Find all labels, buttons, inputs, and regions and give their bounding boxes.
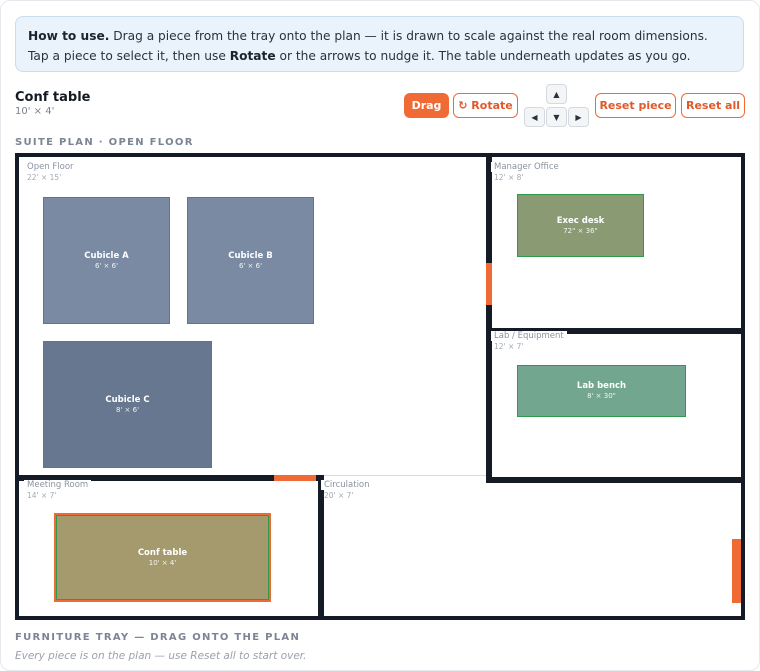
help-lead: How to use.: [28, 29, 110, 43]
room-dims-meeting: 14' × 7': [27, 491, 57, 500]
piece-dims: 8' × 6': [115, 405, 140, 414]
piece-conf-table[interactable]: Conf table 10' × 4': [54, 513, 271, 602]
piece-dims: 8' × 30": [587, 392, 616, 400]
room-label-meeting: Meeting Room: [24, 480, 92, 490]
wall-office-west: [486, 157, 492, 483]
help-text-2: or the arrows to nudge it. The table und…: [275, 49, 691, 63]
piece-cubicle-b[interactable]: Cubicle B 6' × 6': [187, 197, 314, 324]
nudge-down-button[interactable]: ▼: [546, 107, 567, 127]
tray-empty-note: Every piece is on the plan — use Reset a…: [15, 650, 307, 662]
floor-plan[interactable]: Open Floor 22' × 15' Manager Office 12' …: [15, 153, 745, 620]
door-meeting: [274, 475, 316, 481]
door-circulation: [732, 539, 741, 603]
piece-exec-desk[interactable]: Exec desk 72" × 36": [517, 194, 644, 257]
piece-dims: 6' × 6': [238, 261, 263, 270]
help-banner: How to use. Drag a piece from the tray o…: [15, 16, 744, 72]
room-dims-manager-office: 12' × 8': [494, 173, 524, 182]
piece-dims: 10' × 4': [148, 558, 177, 567]
piece-name: Cubicle B: [228, 250, 273, 261]
drag-button[interactable]: Drag: [404, 93, 449, 118]
nudge-up-button[interactable]: ▲: [546, 84, 567, 104]
rotate-button[interactable]: ↻ Rotate: [453, 93, 518, 118]
tray-title: FURNITURE TRAY — DRAG ONTO THE PLAN: [15, 632, 301, 643]
room-label-circulation: Circulation: [321, 480, 373, 490]
selected-piece-name: Conf table: [15, 90, 91, 105]
nudge-right-button[interactable]: ▶: [568, 107, 589, 127]
help-rotate-word: Rotate: [229, 49, 276, 63]
piece-dims: 72" × 36": [563, 226, 598, 235]
reset-all-button[interactable]: Reset all: [681, 93, 745, 118]
piece-cubicle-a[interactable]: Cubicle A 6' × 6': [43, 197, 170, 324]
reset-piece-button[interactable]: Reset piece: [595, 93, 676, 118]
room-label-open-floor: Open Floor: [24, 162, 77, 172]
piece-name: Conf table: [137, 547, 188, 558]
piece-name: Exec desk: [556, 215, 605, 226]
room-label-manager-office: Manager Office: [491, 162, 562, 172]
room-dims-circulation: 20' × 7': [324, 491, 354, 500]
room-label-lab: Lab / Equipment: [491, 331, 567, 341]
door-office: [486, 263, 492, 305]
room-dims-open-floor: 22' × 15': [27, 173, 62, 182]
piece-name: Lab bench: [576, 381, 627, 391]
nudge-left-button[interactable]: ◀: [524, 107, 545, 127]
piece-dims: 6' × 6': [94, 261, 119, 270]
wall-lab-south: [486, 477, 741, 483]
piece-cubicle-c[interactable]: Cubicle C 8' × 6': [43, 341, 212, 468]
selected-piece-dims: 10' × 4': [15, 106, 55, 117]
piece-name: Cubicle C: [105, 394, 150, 405]
piece-lab-bench[interactable]: Lab bench 8' × 30": [517, 365, 686, 417]
piece-name: Cubicle A: [84, 250, 129, 261]
room-dims-lab: 12' × 7': [494, 342, 524, 351]
plan-title: SUITE PLAN · OPEN FLOOR: [15, 137, 194, 148]
